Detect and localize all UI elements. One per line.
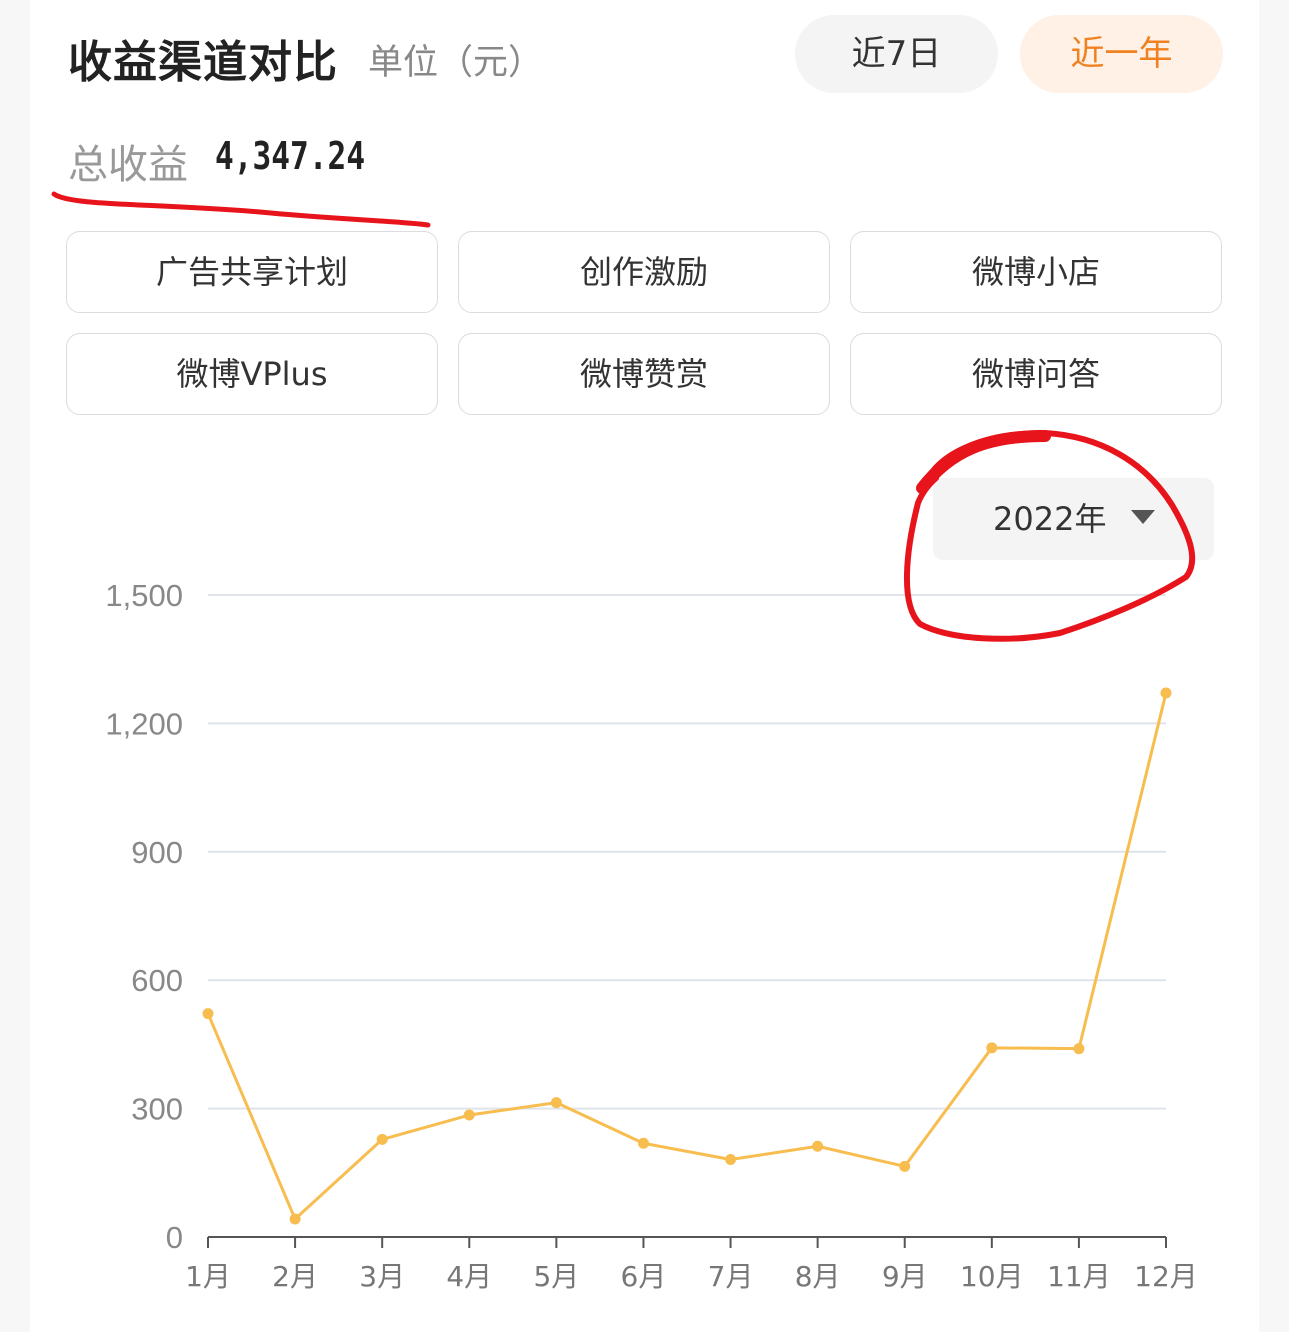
red-annotation-marks	[51, 191, 1196, 642]
red-circle-thick-stroke	[916, 430, 1051, 494]
red-underline-annotation	[51, 191, 431, 228]
